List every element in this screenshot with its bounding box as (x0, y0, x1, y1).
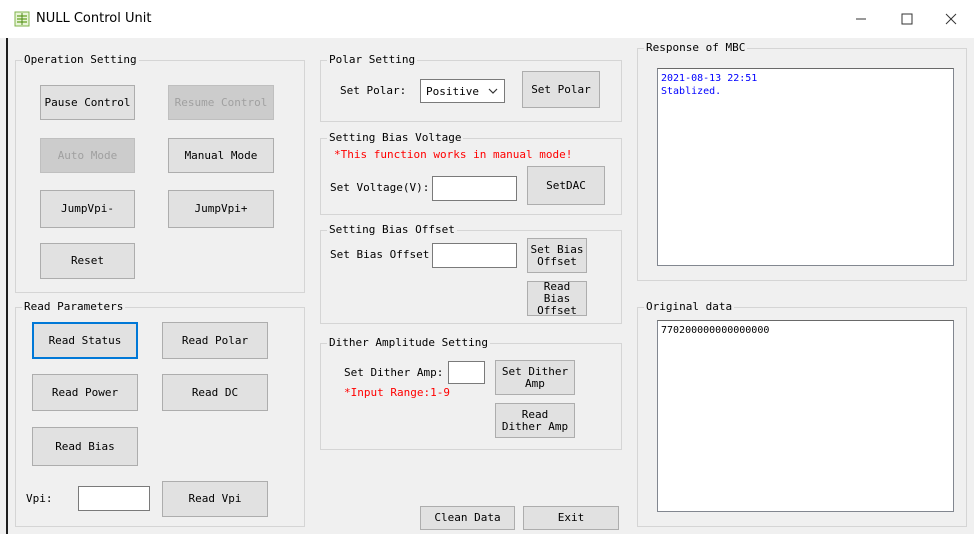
maximize-button[interactable] (884, 0, 930, 38)
response-line: 2021-08-13 22:51 (661, 73, 758, 84)
app-icon (14, 11, 30, 27)
reset-button[interactable]: Reset (40, 243, 135, 279)
polar-select[interactable]: Positive (420, 79, 505, 103)
group-title: Polar Setting (327, 53, 418, 67)
read-bias-offset-button[interactable]: Read Bias Offset (527, 280, 587, 316)
close-button[interactable] (928, 0, 974, 38)
vpi-input[interactable] (78, 486, 150, 511)
group-title: Operation Setting (22, 53, 139, 67)
read-status-button[interactable]: Read Status (32, 322, 138, 359)
input-range-note: *Input Range:1-9 (344, 386, 450, 399)
set-dither-amp-label: Set Dither Amp: (344, 366, 444, 379)
vpi-label: Vpi: (26, 492, 53, 505)
response-textbox[interactable]: 2021-08-13 22:51 Stablized. (657, 68, 954, 266)
window-border (6, 38, 8, 534)
set-polar-button[interactable]: Set Polar (522, 71, 600, 108)
chevron-down-icon (488, 88, 498, 94)
polar-select-value: Positive (426, 84, 479, 98)
read-power-button[interactable]: Read Power (32, 374, 138, 411)
set-bias-offset-label: Set Bias Offset: (330, 248, 436, 261)
resume-control-button[interactable]: Resume Control (168, 85, 274, 120)
read-bias-button[interactable]: Read Bias (32, 427, 138, 466)
original-data-line: 770200000000000000 (661, 325, 770, 336)
group-title: Setting Bias Voltage (327, 131, 464, 145)
maximize-icon (901, 13, 913, 25)
jump-vpi-plus-button[interactable]: JumpVpi+ (168, 190, 274, 228)
manual-mode-button[interactable]: Manual Mode (168, 138, 274, 173)
group-title: Setting Bias Offset (327, 223, 457, 237)
jump-vpi-minus-button[interactable]: JumpVpi- (40, 190, 135, 228)
voltage-input[interactable] (432, 176, 517, 201)
group-title: Original data (644, 300, 735, 314)
response-line: Stablized. (661, 86, 722, 97)
set-dither-amp-button[interactable]: Set Dither Amp (495, 360, 575, 395)
pause-control-button[interactable]: Pause Control (40, 85, 135, 120)
exit-button[interactable]: Exit (523, 506, 619, 530)
auto-mode-button[interactable]: Auto Mode (40, 138, 135, 173)
group-title: Dither Amplitude Setting (327, 336, 490, 350)
manual-mode-note: *This function works in manual mode! (334, 148, 573, 161)
minimize-button[interactable] (838, 0, 884, 38)
window-title: NULL Control Unit (36, 11, 152, 26)
clean-data-button[interactable]: Clean Data (420, 506, 515, 530)
group-title: Read Parameters (22, 300, 126, 314)
read-polar-button[interactable]: Read Polar (162, 322, 268, 359)
set-bias-offset-button[interactable]: Set Bias Offset (527, 238, 587, 273)
minimize-icon (856, 18, 866, 20)
set-voltage-label: Set Voltage(V): (330, 181, 430, 194)
dither-amp-input[interactable] (448, 361, 485, 384)
read-dc-button[interactable]: Read DC (162, 374, 268, 411)
set-dac-button[interactable]: SetDAC (527, 166, 605, 205)
read-vpi-button[interactable]: Read Vpi (162, 481, 268, 517)
bias-offset-input[interactable] (432, 243, 517, 268)
read-dither-amp-button[interactable]: Read Dither Amp (495, 403, 575, 438)
set-polar-label: Set Polar: (340, 84, 407, 97)
title-bar: NULL Control Unit (0, 0, 974, 38)
group-title: Response of MBC (644, 41, 748, 55)
original-data-textbox[interactable]: 770200000000000000 (657, 320, 954, 512)
close-icon (945, 13, 957, 25)
